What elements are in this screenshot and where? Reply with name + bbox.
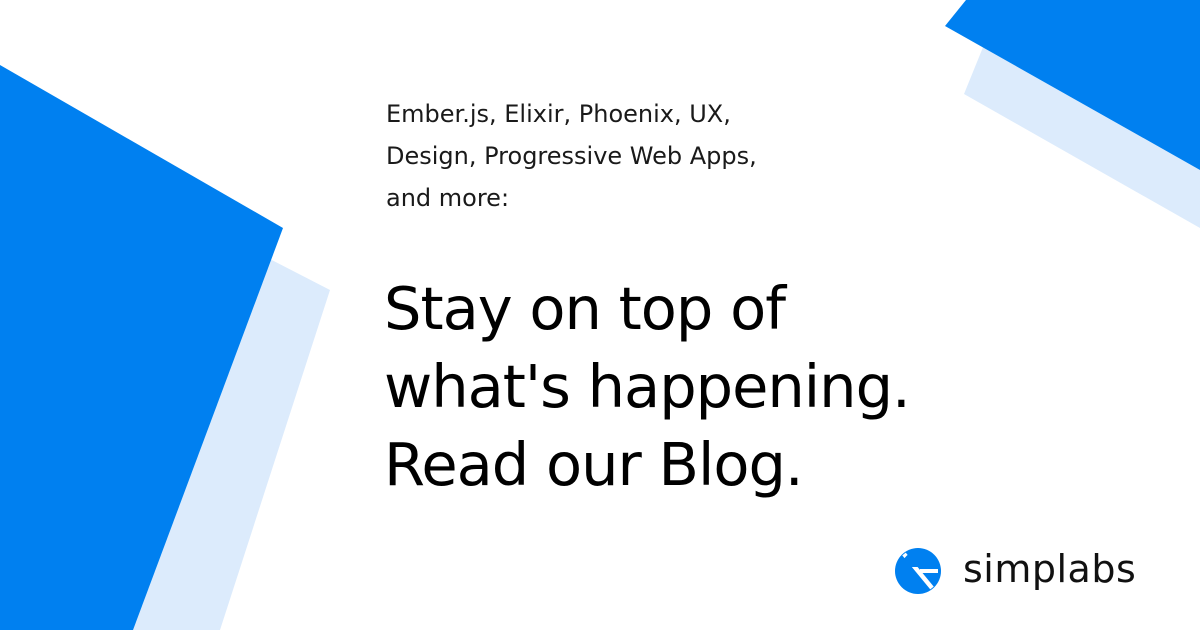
intro-line: Design, Progressive Web Apps, bbox=[386, 142, 757, 170]
right-light-panel bbox=[964, 30, 1200, 228]
headline-line: Read our Blog. bbox=[384, 430, 804, 499]
right-blue-panel bbox=[945, 0, 1200, 170]
left-light-panel bbox=[0, 120, 330, 630]
intro-text: Ember.js, Elixir, Phoenix, UX, Design, P… bbox=[386, 93, 906, 219]
intro-line: and more: bbox=[386, 184, 510, 212]
intro-line: Ember.js, Elixir, Phoenix, UX, bbox=[386, 100, 731, 128]
headline-line: what's happening. bbox=[384, 352, 911, 421]
headline-line: Stay on top of bbox=[384, 274, 786, 343]
brand-name: simplabs bbox=[963, 547, 1137, 591]
headline: Stay on top of what's happening. Read ou… bbox=[384, 270, 1104, 504]
simplabs-logo-icon bbox=[895, 548, 941, 594]
brand: simplabs bbox=[895, 546, 1136, 596]
left-blue-panel bbox=[0, 65, 283, 630]
